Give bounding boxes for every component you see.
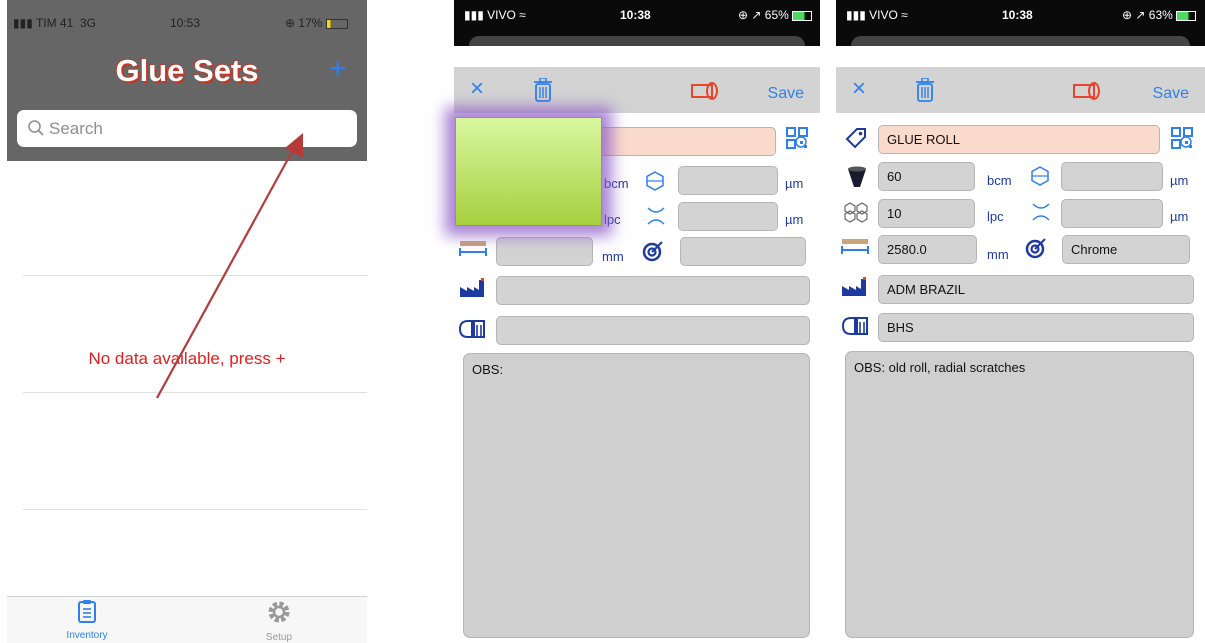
angle-icon bbox=[647, 207, 665, 225]
trash-icon[interactable] bbox=[534, 78, 552, 102]
status-carrier: ▮▮▮ VIVO ≈ bbox=[846, 8, 908, 22]
hex-cells-icon bbox=[844, 202, 868, 223]
status-battery: ⊕ 17% bbox=[285, 16, 348, 30]
clipboard-icon bbox=[78, 600, 96, 623]
target-icon bbox=[642, 241, 663, 262]
lines-um-field[interactable] bbox=[1061, 199, 1163, 228]
search-placeholder: Search bbox=[49, 119, 103, 138]
unit-bcm: bcm bbox=[987, 173, 1012, 188]
nav-header: ▮▮▮ TIM 41 3G 10:53 ⊕ 17% Glue Sets + Se… bbox=[7, 0, 367, 161]
hexagon-icon bbox=[1031, 166, 1049, 186]
roll-icon[interactable] bbox=[691, 81, 721, 101]
status-battery: ⊕ ↗ 63% bbox=[1122, 8, 1197, 22]
list-separator bbox=[23, 275, 367, 276]
trash-icon[interactable] bbox=[916, 78, 934, 102]
search-icon bbox=[28, 120, 44, 136]
list-separator bbox=[23, 509, 367, 510]
length-field[interactable]: 2580.0 bbox=[878, 235, 977, 264]
machine-icon bbox=[458, 320, 485, 338]
unit-um: µm bbox=[785, 176, 804, 191]
lines-field[interactable]: 10 bbox=[878, 199, 975, 228]
form-toolbar: × Save bbox=[836, 67, 1205, 113]
ruler-icon bbox=[459, 241, 487, 256]
unit-um: µm bbox=[1170, 173, 1189, 188]
empty-message: No data available, press + bbox=[88, 349, 286, 368]
volume-um-field[interactable] bbox=[1061, 162, 1163, 191]
volume-um-field[interactable] bbox=[678, 166, 778, 195]
manufacturer-field[interactable]: ADM BRAZIL bbox=[878, 275, 1194, 304]
manufacturer-field[interactable] bbox=[496, 276, 810, 305]
machine-field[interactable]: BHS bbox=[878, 313, 1194, 342]
unit-lpc: lpc bbox=[987, 209, 1004, 224]
tab-setup[interactable]: Setup bbox=[219, 599, 339, 643]
search-field[interactable]: Search bbox=[17, 110, 357, 147]
roll-icon[interactable] bbox=[1073, 81, 1103, 101]
name-field[interactable]: GLUE ROLL bbox=[878, 125, 1160, 154]
hexagon-icon bbox=[646, 171, 664, 191]
gear-icon bbox=[268, 601, 290, 623]
status-time: 10:38 bbox=[1002, 8, 1033, 22]
cell-cup-icon bbox=[848, 166, 866, 187]
tag-icon bbox=[845, 128, 866, 149]
save-button[interactable]: Save bbox=[1153, 85, 1189, 103]
ruler-icon bbox=[841, 239, 869, 254]
machine-icon bbox=[841, 317, 868, 335]
edit-glue-set-screen-filled: ▮▮▮ VIVO ≈ 10:38 ⊕ ↗ 63% × Save GLUE ROL… bbox=[836, 0, 1205, 643]
status-time: 10:38 bbox=[620, 8, 651, 22]
length-field[interactable] bbox=[496, 237, 593, 266]
finish-field[interactable]: Chrome bbox=[1062, 235, 1190, 264]
volume-field[interactable]: 60 bbox=[878, 162, 975, 191]
close-button[interactable]: × bbox=[470, 77, 484, 101]
close-button[interactable]: × bbox=[852, 77, 866, 101]
glue-sets-list-screen: ▮▮▮ TIM 41 3G 10:53 ⊕ 17% Glue Sets + Se… bbox=[7, 0, 367, 643]
status-signal: ▮▮▮ TIM 41 3G bbox=[13, 16, 96, 30]
lines-um-field[interactable] bbox=[678, 202, 778, 231]
tab-inventory-label: Inventory bbox=[66, 630, 108, 641]
status-time: 10:53 bbox=[170, 16, 201, 30]
tab-bar: Inventory Setup bbox=[7, 596, 367, 643]
machine-field[interactable] bbox=[496, 316, 810, 345]
obs-textarea[interactable]: OBS: bbox=[463, 353, 810, 638]
qr-scan-icon[interactable] bbox=[785, 126, 809, 150]
add-button[interactable]: + bbox=[329, 52, 347, 86]
unit-bcm: bcm bbox=[604, 176, 629, 191]
finish-field[interactable] bbox=[680, 237, 806, 266]
form-toolbar: × Save bbox=[454, 67, 820, 113]
factory-icon bbox=[842, 277, 866, 296]
tab-inventory[interactable]: Inventory bbox=[27, 599, 147, 641]
unit-um: µm bbox=[785, 212, 804, 227]
target-icon bbox=[1025, 238, 1046, 259]
unit-mm: mm bbox=[602, 249, 624, 264]
unit-um: µm bbox=[1170, 209, 1189, 224]
status-carrier: ▮▮▮ VIVO ≈ bbox=[464, 8, 526, 22]
highlight-overlay bbox=[455, 117, 602, 226]
status-battery: ⊕ ↗ 65% bbox=[738, 8, 813, 22]
save-button[interactable]: Save bbox=[768, 85, 804, 103]
angle-icon bbox=[1032, 203, 1050, 221]
page-title: Glue Sets bbox=[115, 53, 259, 88]
tab-setup-label: Setup bbox=[265, 632, 293, 643]
obs-textarea[interactable]: OBS: old roll, radial scratches bbox=[845, 351, 1194, 638]
edit-glue-set-screen-empty: ▮▮▮ VIVO ≈ 10:38 ⊕ ↗ 65% × Save bcm µm l… bbox=[454, 0, 820, 643]
list-separator bbox=[23, 392, 367, 393]
form-body: GLUE ROLL 60 bcm µm 10 lpc µm 2580.0 mm … bbox=[836, 113, 1205, 643]
factory-icon bbox=[460, 278, 484, 297]
qr-scan-icon[interactable] bbox=[1170, 126, 1194, 150]
unit-lpc: lpc bbox=[604, 212, 621, 227]
unit-mm: mm bbox=[987, 247, 1009, 262]
